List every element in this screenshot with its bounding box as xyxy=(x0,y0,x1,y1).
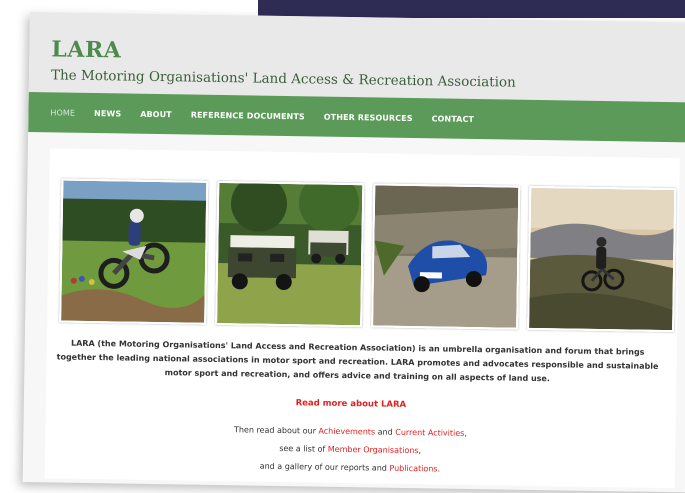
site-tagline: The Motoring Organisations' Land Access … xyxy=(50,67,516,91)
intro-text: LARA (the Motoring Organisations' Land A… xyxy=(56,338,659,384)
photo-strip xyxy=(59,178,677,333)
member-organisations-link[interactable]: Member Organisations xyxy=(328,445,419,455)
nav-item-home[interactable]: HOME xyxy=(50,108,75,117)
links-line-2: see a list of Member Organisations, xyxy=(45,440,655,459)
nav-item-news[interactable]: NEWS xyxy=(94,109,121,118)
nav-item-reference-documents[interactable]: REFERENCE DOCUMENTS xyxy=(191,110,305,121)
links-line-2-suffix: , xyxy=(418,446,422,456)
read-more-link[interactable]: Read more about LARA xyxy=(46,394,656,414)
photo-land-rovers xyxy=(215,180,365,328)
site-header: LARA The Motoring Organisations' Land Ac… xyxy=(28,12,685,103)
nav-item-about[interactable]: ABOUT xyxy=(140,109,172,118)
nav-item-contact[interactable]: CONTACT xyxy=(432,114,475,124)
photo-trail-bike xyxy=(527,185,677,333)
motocross-image xyxy=(61,180,207,323)
links-line-2-prefix: see a list of xyxy=(279,443,328,454)
links-line-1-mid: and xyxy=(375,427,396,437)
links-line-1-suffix: , xyxy=(464,428,467,438)
trail-bike-image xyxy=(529,187,675,331)
publications-link[interactable]: Publications xyxy=(389,464,437,474)
site-logo[interactable]: LARA xyxy=(51,36,121,63)
achievements-link[interactable]: Achievements xyxy=(318,427,375,437)
current-activities-link[interactable]: Current Activities xyxy=(395,428,464,438)
links-line-1-prefix: Then read about our xyxy=(233,425,319,436)
top-banner xyxy=(258,0,685,18)
links-line-3-prefix: and a gallery of our reports and xyxy=(259,461,390,473)
browser-page: LARA The Motoring Organisations' Land Ac… xyxy=(22,12,685,493)
nav-item-other-resources[interactable]: OTHER RESOURCES xyxy=(324,112,413,122)
photo-motocross xyxy=(59,178,209,325)
links-line-3-suffix: . xyxy=(437,464,441,474)
links-line-1: Then read about our Achievements and Cur… xyxy=(45,422,655,441)
links-line-3: and a gallery of our reports and Publica… xyxy=(45,458,655,477)
main-content: LARA (the Motoring Organisations' Land A… xyxy=(44,148,680,489)
land-rovers-image xyxy=(217,182,363,326)
rally-car-image xyxy=(373,185,519,328)
photo-rally-car xyxy=(371,183,521,330)
